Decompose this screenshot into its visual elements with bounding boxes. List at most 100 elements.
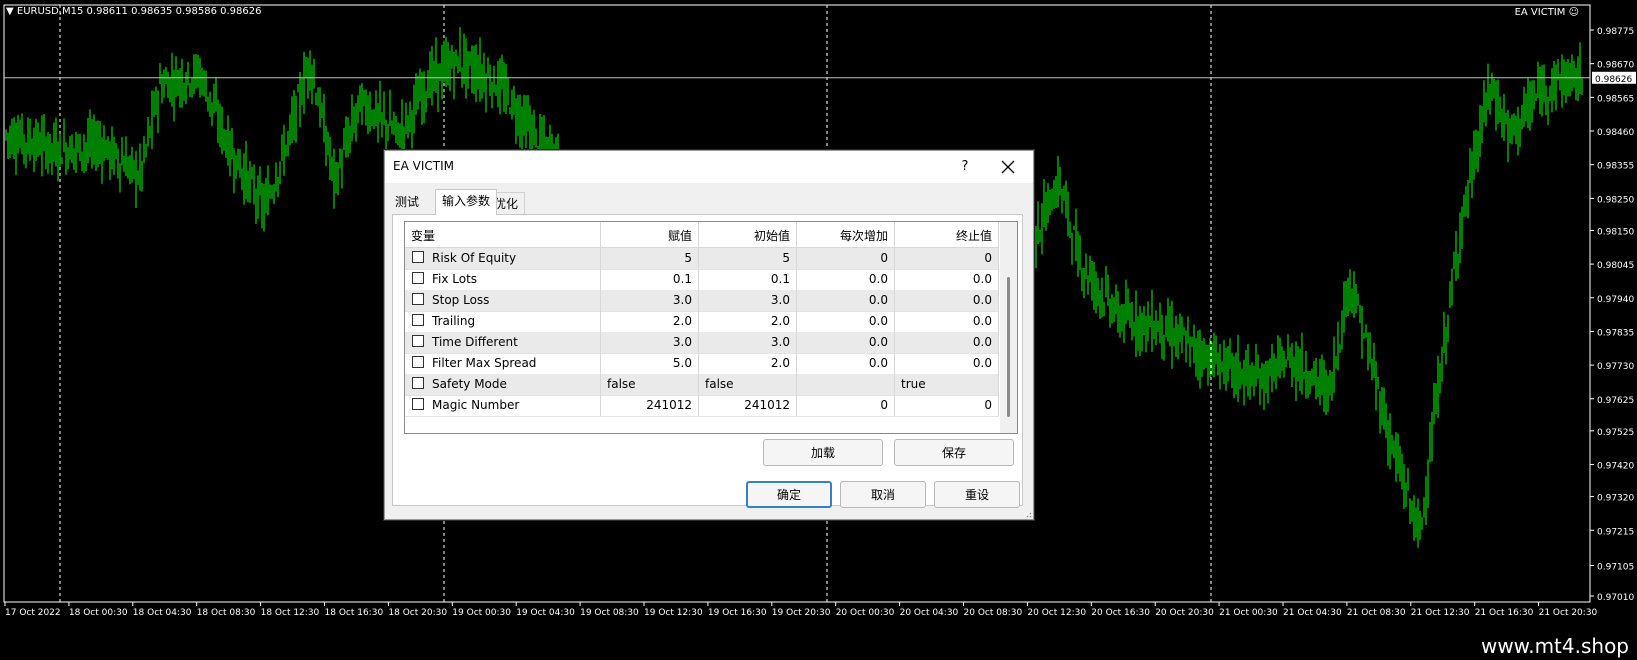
parameters-grid[interactable]: 变量 赋值 初始值 每次增加 终止值 Risk Of Equity 5 5 0 … <box>404 221 1018 434</box>
table-row[interactable]: Filter Max Spread 5.0 2.0 0.0 0.0 <box>405 353 999 375</box>
step-cell[interactable]: 0 <box>797 395 895 416</box>
candle-body <box>1041 227 1043 230</box>
stop-cell[interactable]: 0.0 <box>895 290 999 311</box>
optimize-checkbox[interactable] <box>412 356 424 368</box>
step-cell[interactable]: 0.0 <box>797 332 895 353</box>
value-cell[interactable]: 0.1 <box>601 269 699 290</box>
step-cell[interactable]: 0.0 <box>797 290 895 311</box>
start-cell[interactable]: 2.0 <box>699 353 797 374</box>
candle-body <box>1249 368 1251 377</box>
candle-body <box>5 132 7 135</box>
candle-body <box>441 64 443 82</box>
optimize-checkbox[interactable] <box>412 251 424 263</box>
candle-body <box>381 113 383 115</box>
value-cell[interactable]: 2.0 <box>601 311 699 332</box>
candle-body <box>461 67 463 71</box>
candle-body <box>1519 122 1521 131</box>
candle-body <box>1359 315 1361 322</box>
value-cell[interactable]: false <box>601 374 699 395</box>
table-row[interactable]: Stop Loss 3.0 3.0 0.0 0.0 <box>405 290 999 312</box>
load-button[interactable]: 加载 <box>763 439 883 466</box>
candle-body <box>1533 97 1535 100</box>
value-cell[interactable]: 241012 <box>601 395 699 416</box>
column-header-value[interactable]: 赋值 <box>601 222 699 247</box>
candle-body <box>265 195 267 198</box>
candle-body <box>171 77 173 85</box>
start-cell[interactable]: 2.0 <box>699 311 797 332</box>
table-row[interactable]: Trailing 2.0 2.0 0.0 0.0 <box>405 311 999 333</box>
candle-body <box>1517 115 1519 132</box>
candle-body <box>1335 358 1337 365</box>
candle-body <box>29 138 31 145</box>
tab-test[interactable]: 测试 <box>389 191 425 213</box>
candle-body <box>457 58 459 72</box>
start-cell[interactable]: 3.0 <box>699 332 797 353</box>
dropdown-triangle-icon[interactable]: ▼ <box>6 6 17 17</box>
column-header-start[interactable]: 初始值 <box>699 222 797 247</box>
candle-body <box>469 55 471 60</box>
save-button[interactable]: 保存 <box>894 439 1014 466</box>
resize-grip-icon[interactable] <box>1024 510 1032 518</box>
candle-body <box>247 174 249 194</box>
candle-body <box>57 159 59 164</box>
candle-body <box>71 144 73 161</box>
candle-body <box>1255 365 1257 376</box>
candle-body <box>1191 337 1193 340</box>
candle-body <box>109 147 111 161</box>
step-cell[interactable]: 0 <box>797 248 895 269</box>
stop-cell[interactable]: true <box>895 374 999 395</box>
candle-body <box>539 129 541 140</box>
candle-body <box>1575 84 1577 88</box>
ok-button[interactable]: 确定 <box>746 481 832 508</box>
optimize-checkbox[interactable] <box>412 314 424 326</box>
table-row[interactable]: Time Different 3.0 3.0 0.0 0.0 <box>405 332 999 354</box>
table-row[interactable]: Fix Lots 0.1 0.1 0.0 0.0 <box>405 269 999 291</box>
cancel-button[interactable]: 取消 <box>840 481 926 508</box>
grid-scrollbar[interactable] <box>1000 222 1017 433</box>
start-cell[interactable]: 5 <box>699 248 797 269</box>
optimize-checkbox[interactable] <box>412 272 424 284</box>
scroll-thumb[interactable] <box>1007 277 1010 417</box>
start-cell[interactable]: 0.1 <box>699 269 797 290</box>
stop-cell[interactable]: 0.0 <box>895 353 999 374</box>
optimize-checkbox[interactable] <box>412 293 424 305</box>
column-header-variable[interactable]: 变量 <box>405 222 601 247</box>
step-cell[interactable]: 0.0 <box>797 269 895 290</box>
stop-cell[interactable]: 0.0 <box>895 332 999 353</box>
step-cell[interactable] <box>797 374 895 395</box>
candle-body <box>1407 483 1409 489</box>
value-cell[interactable]: 3.0 <box>601 332 699 353</box>
start-cell[interactable]: 241012 <box>699 395 797 416</box>
table-row[interactable]: Safety Mode false false true <box>405 374 999 396</box>
candle-body <box>1363 337 1365 339</box>
candle-body <box>21 124 23 149</box>
candle-body <box>1495 104 1497 110</box>
tab-inputs[interactable]: 输入参数 <box>435 189 498 215</box>
candle-body <box>279 163 281 169</box>
stop-cell[interactable]: 0 <box>895 395 999 416</box>
value-cell[interactable]: 3.0 <box>601 290 699 311</box>
value-cell[interactable]: 5 <box>601 248 699 269</box>
candle-body <box>313 78 315 80</box>
step-cell[interactable]: 0.0 <box>797 311 895 332</box>
candle-body <box>1411 504 1413 513</box>
table-row[interactable]: Magic Number 241012 241012 0 0 <box>405 395 999 417</box>
optimize-checkbox[interactable] <box>412 335 424 347</box>
stop-cell[interactable]: 0 <box>895 248 999 269</box>
reset-button[interactable]: 重设 <box>934 481 1020 508</box>
optimize-checkbox[interactable] <box>412 398 424 410</box>
step-cell[interactable]: 0.0 <box>797 353 895 374</box>
start-cell[interactable]: 3.0 <box>699 290 797 311</box>
dialog-titlebar[interactable]: EA VICTIM ? <box>385 151 1033 183</box>
help-button[interactable]: ? <box>955 156 975 178</box>
optimize-checkbox[interactable] <box>412 377 424 389</box>
column-header-step[interactable]: 每次增加 <box>797 222 895 247</box>
start-cell[interactable]: false <box>699 374 797 395</box>
table-row[interactable]: Risk Of Equity 5 5 0 0 <box>405 248 999 270</box>
candle-body <box>209 92 211 105</box>
stop-cell[interactable]: 0.0 <box>895 269 999 290</box>
close-button[interactable] <box>995 154 1021 180</box>
column-header-stop[interactable]: 终止值 <box>895 222 999 247</box>
value-cell[interactable]: 5.0 <box>601 353 699 374</box>
stop-cell[interactable]: 0.0 <box>895 311 999 332</box>
